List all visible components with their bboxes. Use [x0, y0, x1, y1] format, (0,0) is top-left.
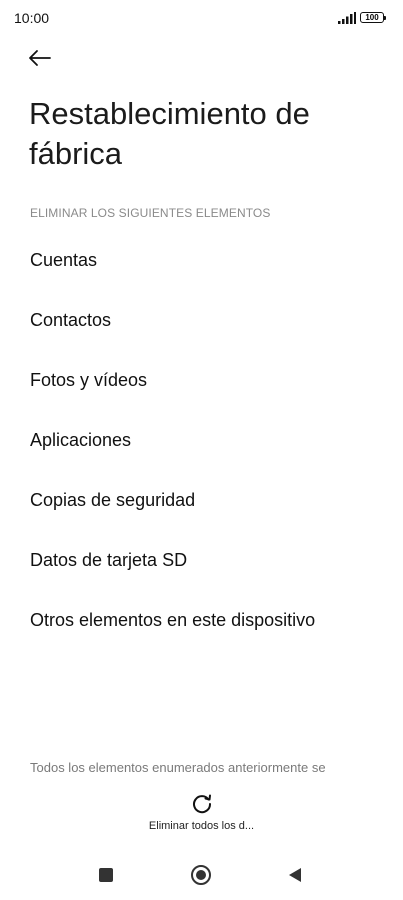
list-item-fotos: Fotos y vídeos — [30, 370, 148, 390]
list-item-copias: Copias de seguridad — [30, 490, 196, 510]
battery-icon: 100 — [360, 12, 386, 23]
list-item-tarjeta-sd: Datos de tarjeta SD — [30, 550, 188, 570]
loading-spinner-icon — [193, 794, 212, 814]
list-item-aplicaciones: Aplicaciones — [30, 430, 132, 450]
battery-level: 100 — [365, 13, 379, 22]
navigation-bar — [0, 856, 403, 896]
progress-label: Eliminar todos los d... — [148, 820, 255, 832]
items-to-delete-list: Cuentas Contactos Fotos y vídeos Aplicac… — [30, 244, 315, 664]
back-triangle-icon[interactable] — [286, 866, 304, 884]
recents-square-icon[interactable] — [99, 868, 113, 882]
list-item-contactos: Contactos — [30, 310, 112, 330]
status-bar: 10:00 100 — [0, 0, 403, 36]
section-header: ELIMINAR LOS SIGUIENTES ELEMENTOS — [30, 206, 271, 220]
footer-description: Todos los elementos enumerados anteriorm… — [30, 760, 326, 775]
list-item-otros: Otros elementos en este dispositivo — [30, 610, 316, 630]
page-title: Restablecimiento de fábrica — [29, 96, 310, 171]
signal-icon — [338, 12, 356, 24]
list-item-cuentas: Cuentas — [30, 250, 98, 270]
status-time: 10:00 — [14, 10, 50, 26]
home-circle-icon[interactable] — [190, 864, 212, 886]
back-arrow-icon[interactable] — [26, 46, 54, 70]
